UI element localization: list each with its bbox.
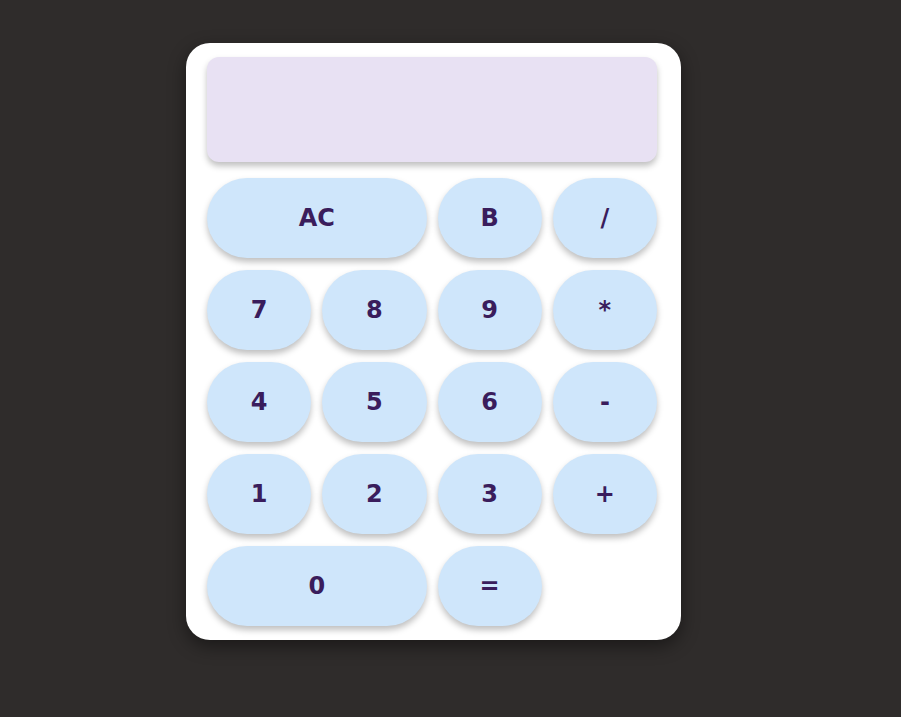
calculator-key[interactable]: * <box>553 270 657 350</box>
calculator-key[interactable]: + <box>553 454 657 534</box>
calculator-key[interactable]: = <box>438 546 542 626</box>
calculator-key[interactable]: 1 <box>207 454 311 534</box>
calculator-key[interactable]: 4 <box>207 362 311 442</box>
calculator-key[interactable]: 6 <box>438 362 542 442</box>
calculator-key[interactable]: 0 <box>207 546 427 626</box>
calculator-key[interactable]: B <box>438 178 542 258</box>
calculator: ACB/ 789* 456- 123+0= <box>186 43 681 640</box>
keypad: ACB/ 789* 456- 123+0= <box>207 178 657 626</box>
calculator-key[interactable]: 8 <box>322 270 426 350</box>
calculator-key[interactable]: 7 <box>207 270 311 350</box>
display <box>207 57 657 162</box>
calculator-key[interactable]: 9 <box>438 270 542 350</box>
calculator-key[interactable]: / <box>553 178 657 258</box>
calculator-key[interactable]: AC <box>207 178 427 258</box>
calculator-key[interactable]: 2 <box>322 454 426 534</box>
calculator-key[interactable]: 5 <box>322 362 426 442</box>
calculator-key[interactable]: - <box>553 362 657 442</box>
page-background: ACB/ 789* 456- 123+0= <box>0 0 901 717</box>
calculator-key[interactable]: 3 <box>438 454 542 534</box>
